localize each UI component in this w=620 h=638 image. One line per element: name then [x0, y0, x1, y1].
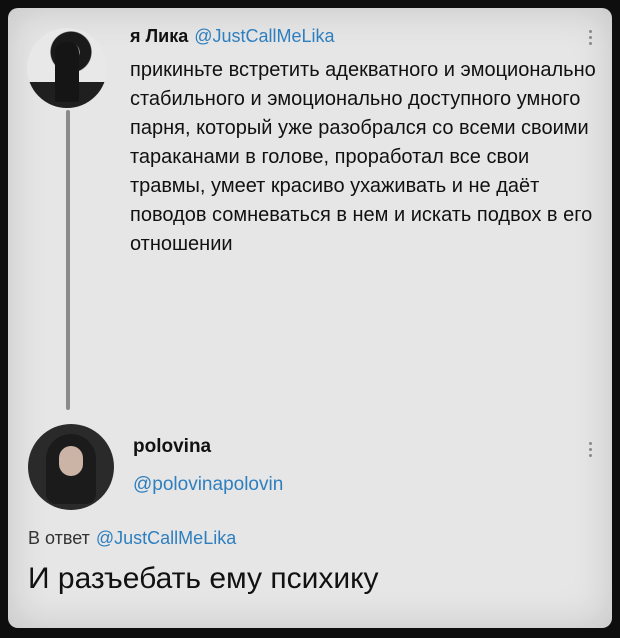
reply-to-line: В ответ @JustCallMeLika	[28, 528, 236, 549]
thread-connector-line	[66, 110, 70, 410]
avatar-figure	[55, 42, 79, 102]
more-vertical-icon[interactable]	[586, 442, 594, 462]
more-vertical-icon[interactable]	[586, 30, 594, 50]
avatar-face	[59, 446, 83, 476]
tweet-text: прикиньте встретить адекватного и эмоцио…	[130, 59, 596, 255]
avatar[interactable]	[27, 28, 107, 108]
author-handle[interactable]: @polovinapolovin	[133, 474, 283, 496]
screenshot-frame: я Лика @JustCallMeLika прикиньте встретит…	[0, 0, 620, 638]
reply-tweet-text: И разъебать ему психику	[28, 562, 379, 595]
reply-handle-link[interactable]: @JustCallMeLika	[96, 528, 236, 548]
avatar[interactable]	[28, 424, 114, 510]
author-handle[interactable]: @JustCallMeLika	[194, 26, 334, 46]
author-name[interactable]: polovina	[133, 436, 211, 458]
tweet-header: я Лика @JustCallMeLika	[130, 26, 335, 47]
reply-prefix: В ответ	[28, 528, 90, 548]
author-name[interactable]: я Лика	[130, 26, 188, 46]
